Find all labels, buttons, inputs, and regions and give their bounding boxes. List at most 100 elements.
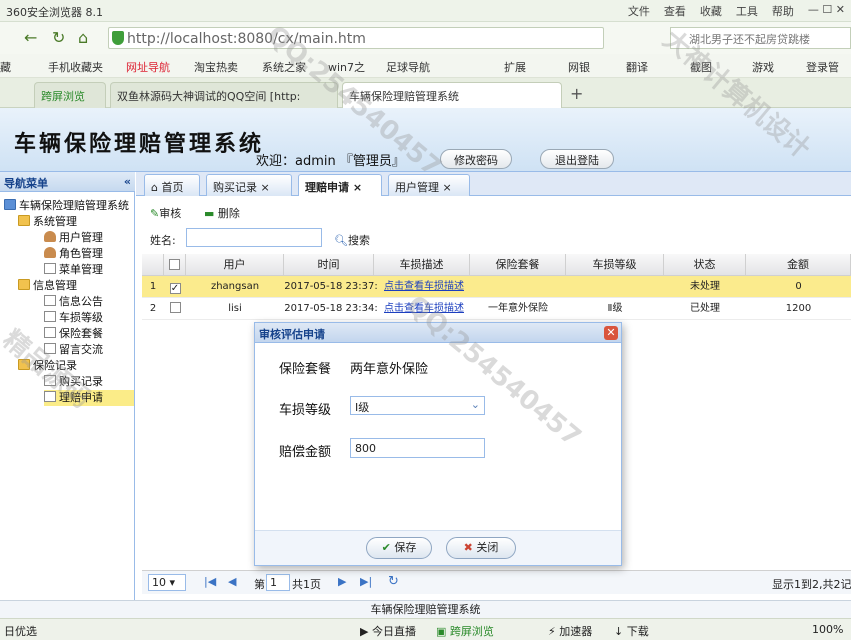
last-page-icon[interactable]: ▶| xyxy=(360,575,372,588)
bookmark[interactable]: win7之 xyxy=(328,59,365,75)
audit-button[interactable]: ✎审核 xyxy=(150,205,181,221)
tree-item-notices[interactable]: 信息公告 xyxy=(44,294,103,310)
tree-item-menus[interactable]: 菜单管理 xyxy=(44,262,103,278)
tree-group-label: 系统管理 xyxy=(33,215,77,228)
refresh-icon[interactable]: ↻ xyxy=(52,28,65,47)
checkbox[interactable] xyxy=(169,302,181,313)
menu-tools[interactable]: 工具 xyxy=(736,3,758,19)
app-title: 车辆保险理赔管理系统 xyxy=(14,131,265,157)
checkbox-checked[interactable]: ✓ xyxy=(169,283,181,294)
status-live[interactable]: ▶ 今日直播 xyxy=(360,623,416,639)
status-left[interactable]: 日优选 xyxy=(4,623,37,639)
column-header[interactable]: 车损描述 xyxy=(374,254,470,276)
close-button[interactable]: ✖ 关闭 xyxy=(446,537,516,559)
column-header[interactable]: 用户 xyxy=(186,254,284,276)
status-download[interactable]: ↓ 下载 xyxy=(614,623,649,639)
tab-label: 购买记录 xyxy=(213,181,257,194)
next-page-icon[interactable]: ▶ xyxy=(338,575,346,588)
bookmark[interactable]: 登录管 xyxy=(806,59,839,75)
tree-group-info[interactable]: 信息管理 xyxy=(18,278,77,294)
sidebar-header-label: 导航菜单 xyxy=(4,177,48,190)
document-icon xyxy=(44,391,56,402)
url-input[interactable]: http://localhost:8080/cx/main.htm xyxy=(108,27,604,49)
page-size-select[interactable]: 10 ▾ xyxy=(148,574,186,591)
welcome-text: 欢迎：admin 『管理员』 xyxy=(256,154,405,169)
tab-claims[interactable]: 理赔申请 × xyxy=(298,174,382,196)
page-number-input[interactable]: 1 xyxy=(266,574,290,591)
column-header[interactable]: 状态 xyxy=(664,254,746,276)
tab-purchases[interactable]: 购买记录 × xyxy=(206,174,292,196)
new-tab-icon[interactable]: + xyxy=(570,84,583,103)
status-zoom[interactable]: 100% xyxy=(812,623,843,636)
prev-page-icon[interactable]: ◀ xyxy=(228,575,236,588)
bookmark[interactable]: 游戏 xyxy=(752,59,774,75)
bookmark[interactable]: 足球导航 xyxy=(386,59,430,75)
tree-group-system[interactable]: 系统管理 xyxy=(18,214,77,230)
bookmark[interactable]: 网址导航 xyxy=(126,59,170,75)
tree-item-purchases[interactable]: 购买记录 xyxy=(44,374,103,390)
tab-home[interactable]: ⌂ 首页 xyxy=(144,174,200,196)
menu-view[interactable]: 查看 xyxy=(664,3,686,19)
damage-level-select[interactable]: Ⅰ级 ⌄ xyxy=(350,396,485,415)
select-all-checkbox[interactable] xyxy=(169,259,180,270)
bookmark[interactable]: 网银 xyxy=(568,59,590,75)
delete-button[interactable]: ▬ 删除 xyxy=(204,205,240,221)
damage-desc-link[interactable]: 点击查看车损描述 xyxy=(378,276,470,298)
close-icon[interactable]: × xyxy=(257,181,269,194)
column-header[interactable]: 时间 xyxy=(284,254,374,276)
bookmark[interactable]: 系统之家 xyxy=(262,59,306,75)
home-icon[interactable]: ⌂ xyxy=(78,28,88,47)
first-page-icon[interactable]: |◀ xyxy=(204,575,216,588)
status-label: 今日直播 xyxy=(371,625,416,638)
tree-item-claims[interactable]: 理赔申请 xyxy=(44,390,134,406)
status-accelerator[interactable]: ⚡ 加速器 xyxy=(548,623,592,639)
logout-button[interactable]: 退出登陆 xyxy=(540,149,614,169)
chevron-down-icon[interactable]: ⌄ xyxy=(471,398,480,411)
column-header[interactable]: 车损等级 xyxy=(566,254,664,276)
search-input[interactable]: 湖北男子还不起房贷跳楼 xyxy=(670,27,851,49)
menu-file[interactable]: 文件 xyxy=(628,3,650,19)
row-checkbox[interactable]: ✓ xyxy=(164,276,186,298)
browser-tab[interactable]: 双鱼林源码大神调试的QQ空间 [http: xyxy=(110,82,338,108)
tree-item-users[interactable]: 用户管理 xyxy=(44,230,103,246)
amount-input[interactable]: 800 xyxy=(350,438,485,458)
bookmark[interactable]: 翻译 xyxy=(626,59,648,75)
tree-item-messages[interactable]: 留言交流 xyxy=(44,342,103,358)
dialog-close-icon[interactable]: ✕ xyxy=(604,326,618,340)
column-header-check[interactable] xyxy=(164,254,186,276)
bookmark[interactable]: 淘宝热卖 xyxy=(194,59,238,75)
bookmark[interactable]: 扩展 xyxy=(504,59,526,75)
refresh-icon[interactable]: ↻ xyxy=(388,574,399,589)
row-checkbox[interactable] xyxy=(164,298,186,320)
screen-icon: ▣ xyxy=(436,625,450,638)
collapse-icon[interactable]: « xyxy=(124,175,131,188)
menu-favorites[interactable]: 收藏 xyxy=(700,3,722,19)
close-icon[interactable]: × xyxy=(349,181,362,194)
tree-group-records[interactable]: 保险记录 xyxy=(18,358,77,374)
save-button[interactable]: ✔ 保存 xyxy=(366,537,432,559)
back-icon[interactable]: ← xyxy=(24,28,37,47)
bookmark[interactable]: 截图 xyxy=(690,59,712,75)
status-cross-screen[interactable]: ▣ 跨屏浏览 xyxy=(436,623,494,639)
search-button[interactable]: 🔍︎搜索 xyxy=(334,232,370,248)
tree-root[interactable]: 车辆保险理赔管理系统 xyxy=(4,198,129,214)
tree-item-roles[interactable]: 角色管理 xyxy=(44,246,103,262)
tree-item-damage-levels[interactable]: 车损等级 xyxy=(44,310,103,326)
damage-desc-link[interactable]: 点击查看车损描述 xyxy=(378,298,470,320)
column-header[interactable]: 金额 xyxy=(746,254,851,276)
tree-item-packages[interactable]: 保险套餐 xyxy=(44,326,103,342)
tree-root-label: 车辆保险理赔管理系统 xyxy=(19,199,129,212)
browser-tab[interactable]: 跨屏浏览 xyxy=(34,82,106,108)
bookmark[interactable]: 手机收藏夹 xyxy=(48,59,103,75)
window-controls[interactable]: — ☐ ✕ xyxy=(808,3,845,19)
change-password-button[interactable]: 修改密码 xyxy=(440,149,512,169)
bookmark[interactable]: 藏 xyxy=(0,59,11,75)
close-icon[interactable]: × xyxy=(439,181,451,194)
name-input[interactable] xyxy=(186,228,322,247)
menu-help[interactable]: 帮助 xyxy=(772,3,794,19)
shield-icon xyxy=(112,31,124,45)
tab-users[interactable]: 用户管理 × xyxy=(388,174,470,196)
browser-tab-active[interactable]: 车辆保险理赔管理系统 xyxy=(342,82,562,108)
tree-item-label: 留言交流 xyxy=(59,343,103,356)
column-header[interactable]: 保险套餐 xyxy=(470,254,566,276)
